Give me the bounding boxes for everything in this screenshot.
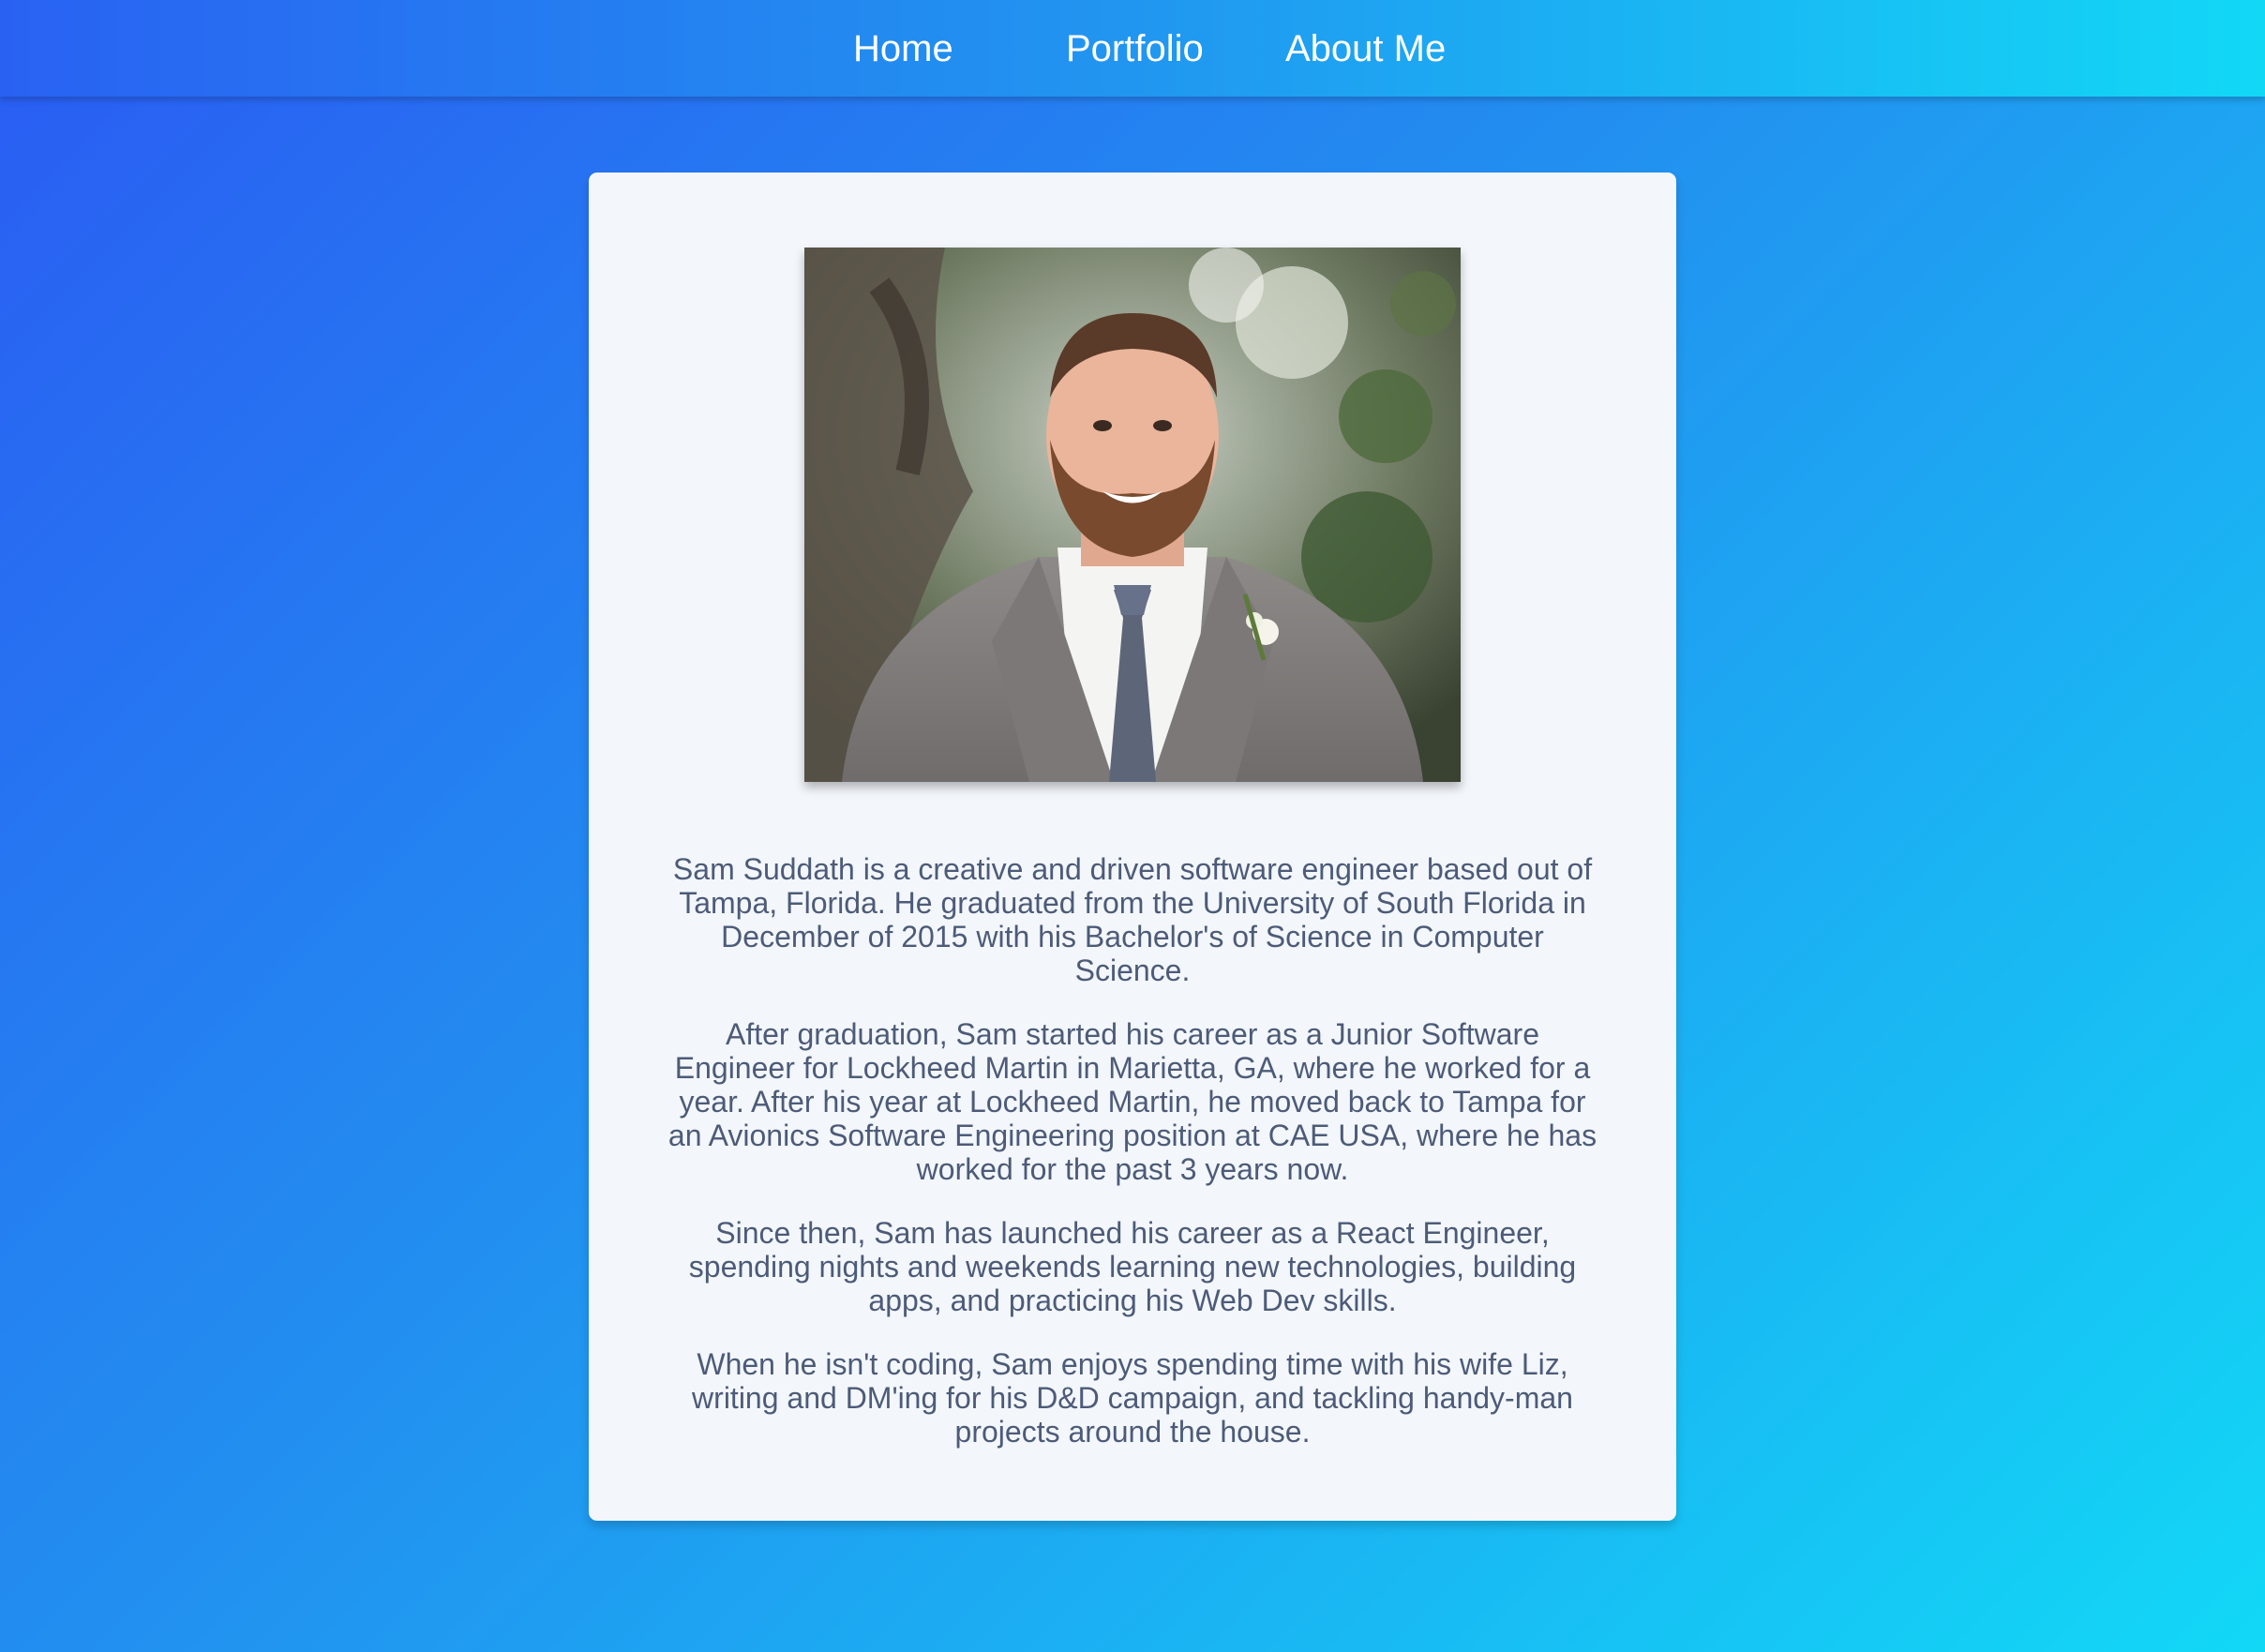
bio-paragraph: When he isn't coding, Sam enjoys spendin… [692,1347,1573,1449]
nav-about-link[interactable]: About Me [1285,24,1446,73]
top-navbar: Home Portfolio About Me [0,0,2265,97]
bio-paragraph: Since then, Sam has launched his career … [688,1216,1577,1317]
about-card: Sam Suddath is a creative and driven sof… [589,173,1676,1521]
profile-photo [804,248,1461,782]
nav-portfolio-link[interactable]: Portfolio [1066,24,1204,73]
nav-home-link[interactable]: Home [853,24,953,73]
bio-paragraph: After graduation, Sam started his career… [668,1017,1598,1186]
bio-paragraph: Sam Suddath is a creative and driven sof… [672,852,1593,987]
bio-section: Sam Suddath is a creative and driven sof… [664,852,1601,1479]
